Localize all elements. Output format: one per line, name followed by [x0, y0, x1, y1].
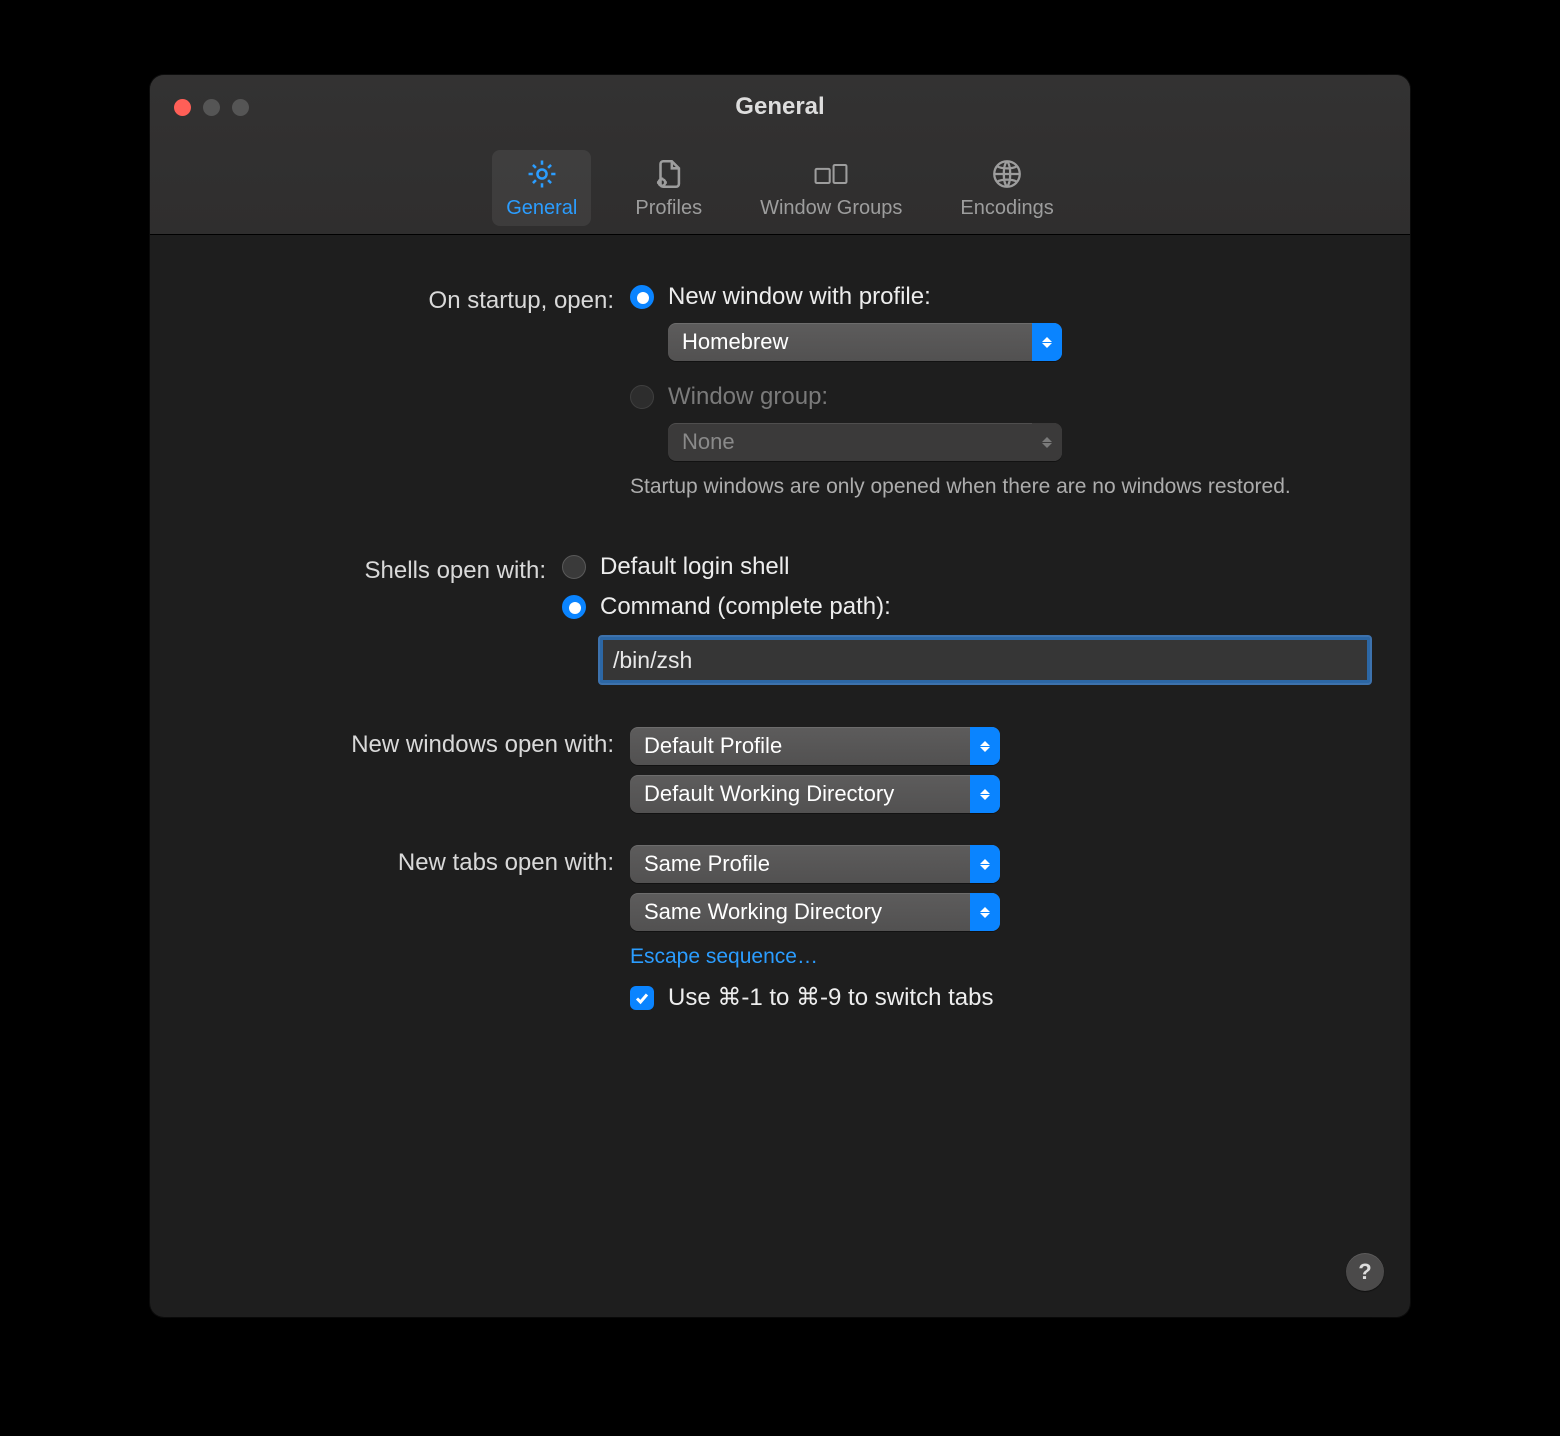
tab-label: Profiles	[635, 197, 702, 220]
tab-encodings[interactable]: Encodings	[946, 150, 1067, 226]
radio-default-shell[interactable]	[562, 555, 586, 579]
popup-value: None	[682, 429, 735, 455]
popup-value: Same Working Directory	[644, 899, 882, 925]
tab-profiles[interactable]: Profiles	[621, 150, 716, 226]
shells-label: Shells open with:	[190, 553, 562, 585]
tab-label: Window Groups	[760, 197, 902, 220]
popup-value: Default Working Directory	[644, 781, 894, 807]
popup-value: Same Profile	[644, 851, 770, 877]
window-groups-icon	[813, 156, 849, 192]
popup-value: Homebrew	[682, 329, 788, 355]
radio-startup-group-label: Window group:	[668, 383, 828, 411]
command-path-input[interactable]	[600, 637, 1370, 683]
gear-icon	[524, 156, 560, 192]
switch-tabs-checkbox[interactable]	[630, 986, 654, 1010]
radio-command-shell-label: Command (complete path):	[600, 593, 891, 621]
new-windows-directory-popup[interactable]: Default Working Directory	[630, 775, 1000, 813]
tab-general[interactable]: General	[492, 150, 591, 226]
new-tabs-directory-popup[interactable]: Same Working Directory	[630, 893, 1000, 931]
startup-profile-popup[interactable]: Homebrew	[668, 323, 1062, 361]
popup-arrows-icon	[1032, 323, 1062, 361]
tab-label: General	[506, 197, 577, 220]
general-pane: On startup, open: New window with profil…	[150, 235, 1410, 1074]
popup-arrows-icon	[1032, 423, 1062, 461]
escape-sequence-link[interactable]: Escape sequence…	[630, 945, 818, 969]
profile-icon	[651, 156, 687, 192]
new-tabs-label: New tabs open with:	[190, 845, 630, 877]
radio-command-shell[interactable]	[562, 595, 586, 619]
popup-arrows-icon	[970, 727, 1000, 765]
tab-label: Encodings	[960, 197, 1053, 220]
tab-window-groups[interactable]: Window Groups	[746, 150, 916, 226]
radio-startup-profile-label: New window with profile:	[668, 283, 931, 311]
window-title: General	[150, 93, 1410, 121]
startup-hint: Startup windows are only opened when the…	[630, 475, 1370, 499]
preferences-window: General General	[150, 75, 1410, 1317]
new-windows-label: New windows open with:	[190, 727, 630, 759]
toolbar: General Profiles	[150, 150, 1410, 226]
help-button[interactable]: ?	[1346, 1253, 1384, 1291]
startup-group-popup: None	[668, 423, 1062, 461]
new-tabs-profile-popup[interactable]: Same Profile	[630, 845, 1000, 883]
titlebar: General General	[150, 75, 1410, 235]
popup-arrows-icon	[970, 775, 1000, 813]
radio-startup-profile[interactable]	[630, 285, 654, 309]
popup-value: Default Profile	[644, 733, 782, 759]
popup-arrows-icon	[970, 845, 1000, 883]
globe-icon	[989, 156, 1025, 192]
radio-startup-group[interactable]	[630, 385, 654, 409]
radio-default-shell-label: Default login shell	[600, 553, 789, 581]
switch-tabs-label: Use ⌘-1 to ⌘-9 to switch tabs	[668, 983, 993, 1012]
startup-label: On startup, open:	[190, 283, 630, 315]
popup-arrows-icon	[970, 893, 1000, 931]
new-windows-profile-popup[interactable]: Default Profile	[630, 727, 1000, 765]
